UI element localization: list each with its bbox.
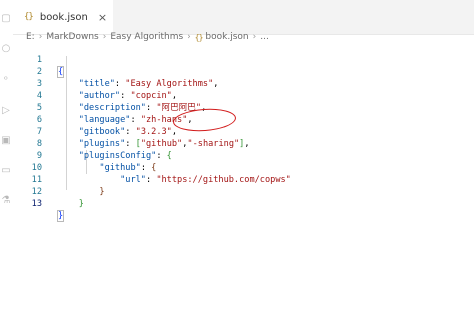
- chevron-right-icon: ›: [102, 32, 107, 42]
- remote-icon[interactable]: ▭: [1, 166, 11, 176]
- close-icon[interactable]: ×: [98, 11, 107, 24]
- bracket: }: [56, 210, 65, 222]
- run-debug-icon[interactable]: ▷: [1, 106, 11, 116]
- code-line: 9 "github": {: [13, 138, 474, 173]
- breadcrumb-drive[interactable]: E:: [26, 32, 35, 42]
- code-line: 7 "plugins": ["github","-sharing"],: [13, 114, 474, 149]
- chevron-right-icon: ›: [252, 32, 257, 42]
- code-line: 1 {: [13, 42, 474, 78]
- code-line: 4 "description": "阿巴阿巴",: [13, 78, 474, 113]
- bracket: }: [78, 199, 84, 209]
- code-line: 6 "gitbook": "3.2.3",: [13, 102, 474, 137]
- code-line: 10 "url": "https://github.com/copws": [13, 150, 474, 185]
- chevron-right-icon: ›: [38, 32, 43, 42]
- json-file-icon: {}: [194, 32, 204, 42]
- code-line: 12 }: [13, 174, 474, 209]
- breadcrumb-folder-markdowns[interactable]: MarkDowns: [46, 32, 98, 42]
- source-control-icon[interactable]: ᵒ: [1, 76, 11, 86]
- search-icon[interactable]: ○: [1, 44, 11, 54]
- tab-book-json[interactable]: {} book.json ×: [13, 0, 113, 34]
- code-line: 5 "language": "zh-hans",: [13, 90, 474, 125]
- breadcrumb-folder-easy-algorithms[interactable]: Easy Algorithms: [110, 32, 183, 42]
- code-line: 11 }: [13, 162, 474, 197]
- code-line: 2 "title": "Easy Algorithms",: [13, 54, 474, 89]
- code-line: 13 }: [13, 186, 474, 222]
- breadcrumb-file[interactable]: book.json: [205, 32, 248, 42]
- explorer-icon[interactable]: ▢: [1, 14, 11, 24]
- extensions-icon[interactable]: ▣: [1, 136, 11, 146]
- line-number: 13: [31, 199, 42, 209]
- chevron-right-icon: ›: [187, 32, 191, 42]
- code-line: 8 "pluginsConfig": {: [13, 126, 474, 161]
- code-line: 3 "author": "copcin",: [13, 66, 474, 101]
- tab-label: book.json: [39, 11, 88, 23]
- code-editor[interactable]: 1 { 2 "title": "Easy Algorithms", 3 "aut…: [13, 42, 474, 324]
- testing-icon[interactable]: ⚗: [1, 196, 11, 206]
- breadcrumb-more[interactable]: ...: [260, 32, 269, 42]
- json-file-icon: {}: [24, 12, 34, 22]
- activity-bar: ▢ ○ ᵒ ▷ ▣ ▭ ⚗: [0, 0, 13, 324]
